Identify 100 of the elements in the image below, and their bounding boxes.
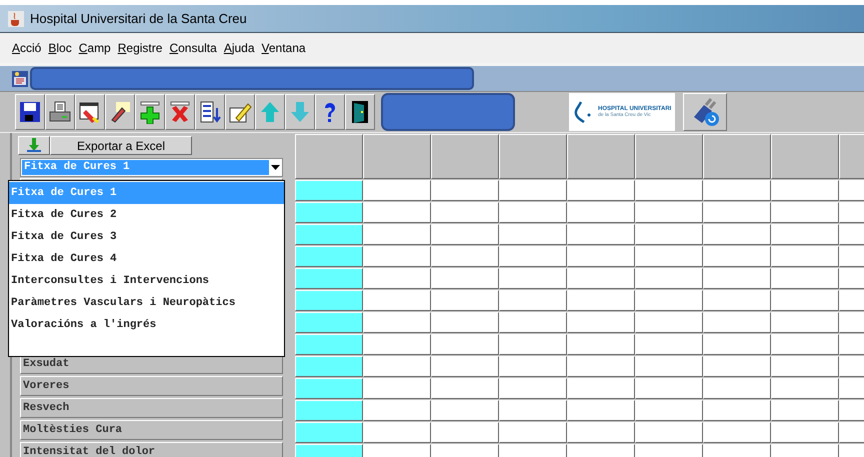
toolbar-button[interactable] xyxy=(15,94,45,130)
download-button[interactable] xyxy=(18,136,50,155)
table-cell[interactable] xyxy=(499,268,567,289)
table-cell[interactable] xyxy=(499,180,567,201)
table-cell[interactable] xyxy=(295,180,363,201)
table-cell[interactable] xyxy=(635,422,703,443)
table-cell[interactable] xyxy=(567,378,635,399)
table-cell[interactable] xyxy=(771,246,839,267)
table-cell[interactable] xyxy=(295,290,363,311)
table-cell[interactable] xyxy=(703,378,771,399)
toolbar-button[interactable] xyxy=(195,94,225,130)
toolbar-button[interactable] xyxy=(135,94,165,130)
table-cell[interactable] xyxy=(771,312,839,333)
table-cell[interactable] xyxy=(431,356,499,377)
dropdown-option[interactable]: Fitxa de Cures 3 xyxy=(9,226,284,248)
menu-item[interactable]: Bloc xyxy=(48,41,72,55)
table-cell[interactable] xyxy=(431,246,499,267)
menu-item[interactable]: Ajuda xyxy=(224,41,255,55)
dropdown-option[interactable]: Interconsultes i Intervencions xyxy=(9,270,284,292)
table-cell[interactable] xyxy=(771,224,839,245)
table-cell[interactable] xyxy=(295,224,363,245)
table-cell[interactable] xyxy=(567,246,635,267)
plug-button[interactable] xyxy=(683,93,727,131)
table-cell[interactable] xyxy=(363,202,431,223)
table-cell[interactable] xyxy=(635,246,703,267)
table-cell[interactable] xyxy=(635,202,703,223)
table-cell[interactable] xyxy=(295,246,363,267)
toolbar-button[interactable] xyxy=(45,94,75,130)
table-cell[interactable] xyxy=(567,224,635,245)
table-cell[interactable] xyxy=(295,202,363,223)
table-cell[interactable] xyxy=(703,334,771,355)
table-cell[interactable] xyxy=(771,356,839,377)
table-cell[interactable] xyxy=(363,180,431,201)
table-cell[interactable] xyxy=(295,334,363,355)
table-cell[interactable] xyxy=(295,422,363,443)
table-cell[interactable] xyxy=(499,422,567,443)
table-cell[interactable] xyxy=(635,378,703,399)
table-cell[interactable] xyxy=(567,356,635,377)
toolbar-button[interactable] xyxy=(75,94,105,130)
table-cell[interactable] xyxy=(635,290,703,311)
toolbar-button[interactable] xyxy=(315,94,345,130)
menu-item[interactable]: Ventana xyxy=(262,41,306,55)
table-cell[interactable] xyxy=(703,180,771,201)
table-cell[interactable] xyxy=(703,356,771,377)
table-cell[interactable] xyxy=(567,268,635,289)
table-cell[interactable] xyxy=(295,356,363,377)
table-cell[interactable] xyxy=(703,224,771,245)
table-cell[interactable] xyxy=(771,422,839,443)
table-cell[interactable] xyxy=(431,400,499,421)
menu-item[interactable]: Registre xyxy=(118,41,162,55)
table-cell[interactable] xyxy=(567,202,635,223)
table-cell[interactable] xyxy=(771,334,839,355)
table-cell[interactable] xyxy=(703,312,771,333)
table-cell[interactable] xyxy=(363,378,431,399)
table-cell[interactable] xyxy=(431,224,499,245)
table-cell[interactable] xyxy=(363,268,431,289)
table-cell[interactable] xyxy=(635,224,703,245)
table-cell[interactable] xyxy=(635,180,703,201)
table-cell[interactable] xyxy=(363,312,431,333)
table-cell[interactable] xyxy=(499,356,567,377)
table-cell[interactable] xyxy=(635,268,703,289)
table-cell[interactable] xyxy=(635,400,703,421)
menu-item[interactable]: Acció xyxy=(12,41,42,55)
table-cell[interactable] xyxy=(431,334,499,355)
menu-item[interactable]: Camp xyxy=(78,41,111,55)
table-cell[interactable] xyxy=(567,334,635,355)
menu-item[interactable]: Consulta xyxy=(169,41,217,55)
toolbar-button[interactable] xyxy=(105,94,135,130)
table-cell[interactable] xyxy=(499,202,567,223)
dropdown-option[interactable]: Fitxa de Cures 4 xyxy=(9,248,284,270)
table-cell[interactable] xyxy=(431,422,499,443)
table-cell[interactable] xyxy=(363,422,431,443)
table-cell[interactable] xyxy=(499,224,567,245)
export-button[interactable]: Exportar a Excel xyxy=(50,136,192,155)
table-cell[interactable] xyxy=(567,180,635,201)
table-cell[interactable] xyxy=(363,334,431,355)
table-cell[interactable] xyxy=(295,400,363,421)
dropdown-option[interactable]: Fitxa de Cures 2 xyxy=(9,204,284,226)
table-cell[interactable] xyxy=(771,378,839,399)
table-cell[interactable] xyxy=(567,400,635,421)
table-cell[interactable] xyxy=(771,180,839,201)
table-cell[interactable] xyxy=(499,246,567,267)
table-cell[interactable] xyxy=(363,290,431,311)
table-cell[interactable] xyxy=(363,224,431,245)
table-cell[interactable] xyxy=(703,246,771,267)
table-cell[interactable] xyxy=(295,268,363,289)
dropdown-option[interactable]: Valoracións a l'ingrés xyxy=(9,314,284,336)
table-cell[interactable] xyxy=(499,290,567,311)
table-cell[interactable] xyxy=(499,400,567,421)
table-cell[interactable] xyxy=(431,268,499,289)
table-cell[interactable] xyxy=(567,290,635,311)
toolbar-button[interactable] xyxy=(345,94,375,130)
table-cell[interactable] xyxy=(431,378,499,399)
table-cell[interactable] xyxy=(703,290,771,311)
table-cell[interactable] xyxy=(363,400,431,421)
table-cell[interactable] xyxy=(363,356,431,377)
table-cell[interactable] xyxy=(635,334,703,355)
table-cell[interactable] xyxy=(771,400,839,421)
table-cell[interactable] xyxy=(567,312,635,333)
table-cell[interactable] xyxy=(431,180,499,201)
